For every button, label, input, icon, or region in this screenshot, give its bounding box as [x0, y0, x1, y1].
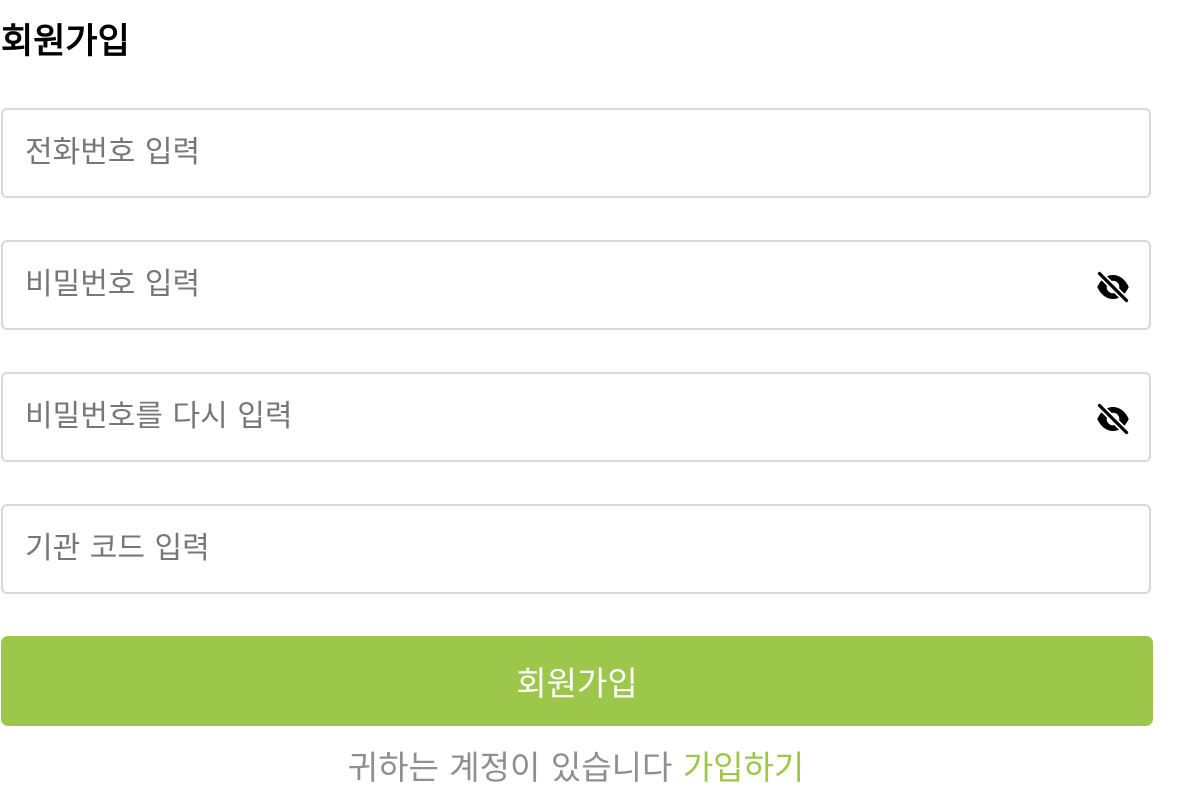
password-confirm-input[interactable] [25, 374, 1085, 460]
phone-input[interactable] [25, 110, 1085, 196]
password-input[interactable] [25, 242, 1085, 328]
footer-prompt: 귀하는 계정이 있습니다 가입하기 [0, 744, 1152, 792]
eye-off-icon[interactable] [1095, 401, 1131, 437]
signup-link[interactable]: 가입하기 [683, 748, 804, 787]
signup-button[interactable]: 회원가입 [1, 636, 1153, 726]
eye-off-icon[interactable] [1095, 269, 1131, 305]
phone-field[interactable] [1, 108, 1151, 198]
password-field[interactable] [1, 240, 1151, 330]
signup-page: 회원가입 회원가입 귀하는 계정이 있습니다 가입하기 [0, 0, 1177, 796]
footer-text: 귀하는 계정이 있습니다 [347, 748, 673, 787]
password-confirm-field[interactable] [1, 372, 1151, 462]
org-code-field[interactable] [1, 504, 1151, 594]
org-code-input[interactable] [25, 506, 1085, 592]
page-title: 회원가입 [1, 22, 130, 62]
